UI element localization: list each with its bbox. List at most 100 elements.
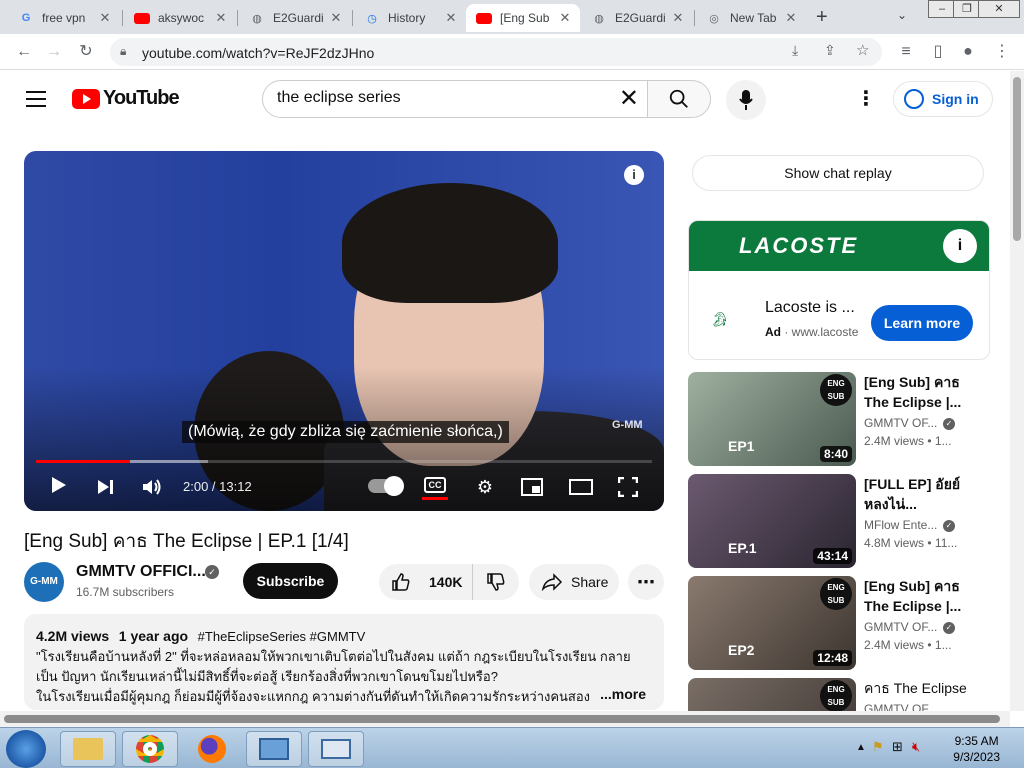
ad-banner[interactable]: LACOSTE i — [689, 221, 989, 271]
recommended-video[interactable]: EP.1 43:14 [FULL EP] อัยย์หลงไน่... MFlo… — [688, 474, 988, 568]
show-chat-replay-button[interactable]: Show chat replay — [692, 155, 984, 191]
taskbar-firefox[interactable] — [184, 731, 240, 767]
side-panel-icon[interactable]: ▯ — [928, 42, 948, 62]
close-tab-icon[interactable]: ✕ — [782, 10, 800, 26]
channel-avatar[interactable]: G-MM — [24, 562, 64, 602]
show-hidden-icons[interactable]: ▲ — [856, 742, 866, 753]
windows-start-button[interactable] — [6, 730, 46, 768]
next-button[interactable] — [94, 475, 116, 499]
forward-icon[interactable]: → — [44, 42, 64, 62]
hamburger-menu-icon[interactable] — [26, 91, 46, 112]
hashtags[interactable]: #TheEclipseSeries #GMMTV — [198, 629, 366, 644]
tab-free-vpn[interactable]: G free vpn ✕ — [8, 4, 120, 32]
reload-icon[interactable]: ↻ — [76, 42, 96, 62]
volume-button[interactable] — [140, 475, 164, 499]
share-icon[interactable]: ⇪ — [824, 42, 836, 59]
horizontal-scroll-thumb[interactable] — [4, 715, 1000, 723]
profile-icon[interactable]: ● — [958, 42, 978, 62]
video-thumbnail[interactable]: ENG SUB EP1 8:40 — [688, 372, 856, 466]
taskbar-control-panel[interactable] — [246, 731, 302, 767]
progress-bar[interactable] — [36, 460, 652, 463]
close-tab-icon[interactable]: ✕ — [327, 10, 345, 26]
settings-gear-icon[interactable]: ⚙ — [474, 475, 496, 499]
chrome-icon: ◎ — [709, 12, 719, 25]
tab-history[interactable]: ◷ History ✕ — [354, 4, 466, 32]
learn-more-button[interactable]: Learn more — [871, 305, 973, 341]
lock-icon[interactable]: 🔒︎ — [120, 44, 126, 59]
like-dislike-group: 140K — [379, 564, 519, 600]
voice-search-button[interactable] — [726, 80, 766, 120]
vertical-scrollbar[interactable] — [1010, 71, 1024, 711]
tab-e2guardian[interactable]: ◍ E2Guardi ✕ — [239, 4, 351, 32]
ad-info-icon[interactable]: i — [943, 229, 977, 263]
video-thumbnail[interactable]: ENG SUB EP2 12:48 — [688, 576, 856, 670]
channel-name[interactable]: GMMTV OFFICI... — [76, 563, 206, 581]
youtube-play-icon — [72, 88, 100, 109]
chrome-icon — [136, 735, 164, 763]
sign-in-button[interactable]: Sign in — [893, 81, 993, 117]
like-button[interactable]: 140K — [379, 564, 473, 600]
taskbar-remote-app[interactable] — [308, 731, 364, 767]
network-icon[interactable]: ⊞ — [892, 739, 903, 755]
system-clock[interactable]: 9:35 AM 9/3/2023 — [953, 733, 1000, 765]
video-thumbnail[interactable]: EP.1 43:14 — [688, 474, 856, 568]
tab-e2guardian-2[interactable]: ◍ E2Guardi ✕ — [581, 4, 693, 32]
volume-muted-icon[interactable]: 🔇︎ — [912, 739, 920, 755]
new-tab-button[interactable]: + — [816, 6, 828, 29]
media-control-icon[interactable]: ≡ — [896, 42, 916, 62]
tab-new-tab[interactable]: ◎ New Tab ✕ — [696, 4, 806, 32]
taskbar-chrome[interactable] — [122, 731, 178, 767]
autoplay-toggle[interactable] — [368, 476, 404, 496]
recommended-title: [Eng Sub] คาธ The Eclipse |... — [864, 374, 962, 410]
close-tab-icon[interactable]: ✕ — [669, 10, 687, 26]
share-button[interactable]: Share — [529, 564, 619, 600]
tab-title: aksywoc — [158, 11, 205, 25]
taskbar-explorer[interactable] — [60, 731, 116, 767]
minimize-button[interactable]: – — [928, 0, 956, 18]
dislike-button[interactable] — [473, 564, 519, 600]
video-player[interactable]: i G-MM (Mówią, że gdy zbliża się zaćmien… — [24, 151, 664, 511]
close-tab-icon[interactable]: ✕ — [442, 10, 460, 26]
back-icon[interactable]: ← — [14, 42, 34, 62]
close-tab-icon[interactable]: ✕ — [96, 10, 114, 26]
info-card-icon[interactable]: i — [624, 165, 644, 185]
maximize-button[interactable]: ❐ — [953, 0, 981, 18]
clear-search-icon[interactable]: ✕ — [619, 87, 639, 111]
recommended-video[interactable]: ENG SUB EP2 12:48 [Eng Sub] คาธ The Ecli… — [688, 576, 988, 670]
recommended-video[interactable]: ENG SUB EP1 8:40 [Eng Sub] คาธ The Eclip… — [688, 372, 988, 466]
captions-button[interactable]: CC — [424, 477, 446, 493]
time-display: 2:00 / 13:12 — [183, 479, 252, 494]
browser-menu-icon[interactable]: ⋮ — [992, 42, 1012, 62]
show-more-link[interactable]: ...more — [596, 684, 646, 704]
windows-taskbar: ▲ ⚑ ⊞ 🔇︎ 9:35 AM 9/3/2023 — [0, 727, 1024, 768]
action-center-flag-icon[interactable]: ⚑ — [872, 739, 884, 755]
thumbs-up-icon — [392, 573, 410, 591]
ad-card[interactable]: LACOSTE i 🐊︎ Lacoste is ... Ad · www.lac… — [688, 220, 990, 360]
more-actions-button[interactable]: ⋯ — [628, 564, 664, 600]
recommended-title: คาธ The Eclipse — [864, 680, 967, 696]
keyboard-icon — [321, 739, 351, 759]
tab-search-chevron-icon[interactable]: ⌄ — [897, 8, 907, 22]
close-tab-icon[interactable]: ✕ — [212, 10, 230, 26]
settings-more-icon[interactable]: ⋮ — [854, 85, 878, 113]
theater-mode-icon[interactable] — [568, 475, 594, 499]
install-app-icon[interactable]: ⤓ — [792, 42, 798, 59]
video-thumbnail[interactable]: ENG SUB — [688, 678, 856, 711]
address-bar[interactable]: 🔒︎ youtube.com/watch?v=ReJF2dzJHno ⤓ ⇪ ☆ — [110, 38, 882, 66]
play-button[interactable] — [48, 475, 70, 499]
youtube-logo[interactable]: YouTube — [72, 87, 180, 110]
horizontal-scrollbar[interactable] — [0, 711, 1010, 727]
fullscreen-icon[interactable] — [616, 475, 640, 499]
tab-eng-sub-active[interactable]: [Eng Sub ✕ — [466, 4, 580, 32]
close-tab-icon[interactable]: ✕ — [556, 10, 574, 26]
miniplayer-icon[interactable] — [520, 475, 544, 499]
subscribe-button[interactable]: Subscribe — [243, 563, 338, 599]
close-window-button[interactable]: ✕ — [978, 0, 1020, 18]
search-button[interactable] — [647, 80, 711, 118]
search-input[interactable] — [277, 89, 607, 107]
bookmark-star-icon[interactable]: ☆ — [856, 41, 869, 59]
tab-aksywoc[interactable]: aksywoc ✕ — [124, 4, 236, 32]
recommended-video[interactable]: ENG SUB คาธ The Eclipse GMMTV OF... — [688, 678, 988, 711]
video-description[interactable]: 4.2M views 1 year ago #TheEclipseSeries … — [24, 614, 664, 710]
vertical-scroll-thumb[interactable] — [1013, 77, 1021, 241]
